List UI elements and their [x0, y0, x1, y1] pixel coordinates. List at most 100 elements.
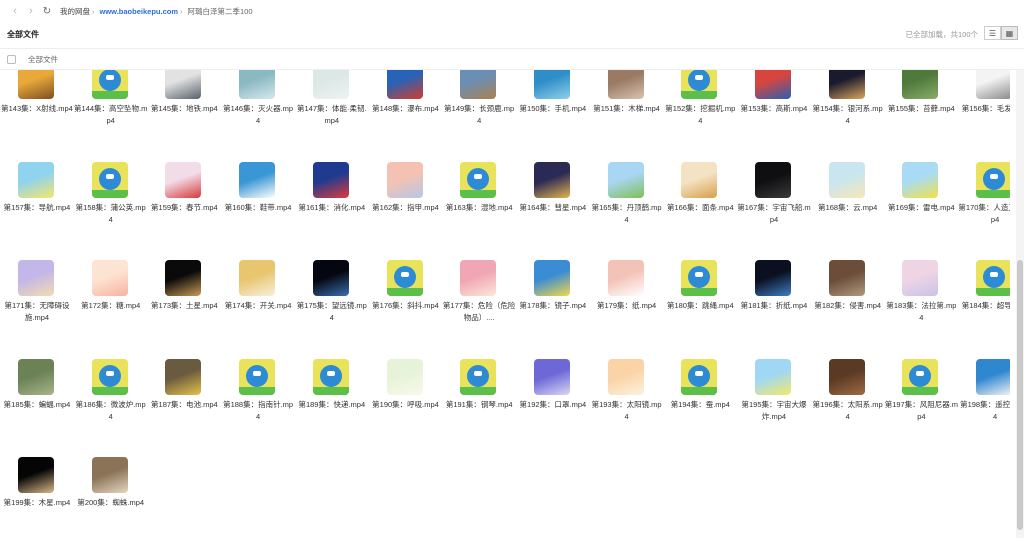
file-item[interactable]: 第159集：春节.mp4	[147, 161, 221, 252]
file-name: 第194集：蚕.mp4	[670, 399, 730, 409]
file-item[interactable]: 第145集：地铁.mp4	[147, 70, 221, 153]
scrollbar-thumb[interactable]	[1017, 260, 1023, 530]
file-thumbnail	[533, 358, 570, 395]
file-item[interactable]: 第170集：人造卫星.mp4	[958, 161, 1010, 252]
file-name: 第191集：钢琴.mp4	[445, 399, 513, 409]
file-thumbnail	[239, 70, 276, 99]
file-item[interactable]: 第143集：X射线.mp4	[0, 70, 74, 153]
file-thumbnail	[239, 260, 276, 296]
file-item[interactable]: 第165集：丹顶鹤.mp4	[590, 161, 664, 252]
file-item[interactable]: 第183集：法拉第.mp4	[884, 260, 958, 350]
file-item[interactable]: 第190集：呼吸.mp4	[369, 358, 443, 449]
file-thumbnail	[91, 358, 128, 395]
breadcrumb-separator: ›	[180, 6, 183, 16]
file-item[interactable]: 第156集：毛发.mp4	[958, 70, 1010, 153]
file-name: 第154集：银河系.mp4	[812, 104, 883, 125]
file-item[interactable]: 第147集：体能·柔韧.mp4	[295, 70, 369, 153]
header-bar: 全部文件 已全部加载，共100个 ☰ ▦	[0, 24, 1024, 44]
file-item[interactable]: 第169集：雷电.mp4	[884, 161, 958, 252]
file-item[interactable]: 第168集：云.mp4	[811, 161, 885, 252]
breadcrumb-site[interactable]: www.baobeikepu.com	[100, 7, 179, 16]
chevron-left-icon: ‹	[13, 5, 17, 17]
file-name: 第155集：苔藓.mp4	[888, 104, 955, 113]
file-item[interactable]: 第164集：彗星.mp4	[516, 161, 590, 252]
file-item[interactable]: 第167集：宇宙飞船.mp4	[737, 161, 811, 252]
file-item[interactable]: 第175集：望远镜.mp4	[295, 260, 369, 350]
file-item[interactable]: 第157集：导航.mp4	[0, 161, 74, 252]
file-thumbnail	[828, 70, 865, 99]
file-name: 第143集：X射线.mp4	[1, 104, 73, 113]
file-item[interactable]: 第199集：木星.mp4	[0, 457, 74, 538]
file-item[interactable]: 第171集：无障碍设施.mp4	[0, 260, 74, 350]
file-item[interactable]: 第186集：微波炉.mp4	[74, 358, 148, 449]
list-view-button[interactable]: ☰	[984, 26, 1001, 40]
file-item[interactable]: 第182集：侵害.mp4	[811, 260, 885, 350]
file-thumbnail	[828, 358, 865, 395]
file-item[interactable]: 第158集：蒲公英.mp4	[74, 161, 148, 252]
file-item[interactable]: 第150集：手机.mp4	[516, 70, 590, 153]
file-name: 第147集：体能·柔韧.mp4	[296, 104, 367, 125]
file-item[interactable]: 第148集：瀑布.mp4	[369, 70, 443, 153]
file-item[interactable]: 第144集：高空坠物.mp4	[74, 70, 148, 153]
file-item[interactable]: 第189集：快递.mp4	[295, 358, 369, 449]
file-name: 第145集：地铁.mp4	[151, 104, 218, 113]
file-item[interactable]: 第146集：灭火器.mp4	[221, 70, 295, 153]
file-item[interactable]: 第179集：纸.mp4	[590, 260, 664, 350]
file-item[interactable]: 第198集：遥控器.mp4	[958, 358, 1010, 449]
file-name: 第184集：超导.mp4	[961, 301, 1010, 310]
select-all-bar: 全部文件	[0, 48, 1024, 70]
file-item[interactable]: 第162集：指甲.mp4	[369, 161, 443, 252]
file-item[interactable]: 第176集：斜抖.mp4	[369, 260, 443, 350]
file-item[interactable]: 第180集：跳绳.mp4	[663, 260, 737, 350]
refresh-button[interactable]: ↻	[40, 4, 54, 18]
file-name: 第198集：遥控器.mp4	[960, 399, 1010, 421]
file-item[interactable]: 第154集：银河系.mp4	[811, 70, 885, 153]
file-item[interactable]: 第197集：风阻尼器.mp4	[884, 358, 958, 449]
file-item[interactable]: 第178集：镜子.mp4	[516, 260, 590, 350]
file-item[interactable]: 第188集：指南针.mp4	[221, 358, 295, 449]
file-item[interactable]: 第177集：危险（危险物品）....	[442, 260, 516, 350]
file-item[interactable]: 第161集：消化.mp4	[295, 161, 369, 252]
file-item[interactable]: 第191集：钢琴.mp4	[442, 358, 516, 449]
file-item[interactable]: 第195集：宇宙大爆炸.mp4	[737, 358, 811, 449]
file-item[interactable]: 第196集：太阳系.mp4	[811, 358, 885, 449]
file-item[interactable]: 第172集：糖.mp4	[74, 260, 148, 350]
file-name: 第163集：湿地.mp4	[445, 202, 513, 212]
file-item[interactable]: 第160集：鞋带.mp4	[221, 161, 295, 252]
file-item[interactable]: 第152集：挖掘机.mp4	[663, 70, 737, 153]
file-thumbnail	[18, 457, 54, 493]
breadcrumb-folder[interactable]: 阿璐白泽第二季100	[188, 6, 253, 17]
file-item[interactable]: 第192集：口罩.mp4	[516, 358, 590, 449]
file-thumbnail	[386, 70, 423, 99]
file-item[interactable]: 第187集：电池.mp4	[147, 358, 221, 449]
file-name: 第187集：电池.mp4	[151, 399, 218, 409]
file-thumbnail	[312, 260, 349, 296]
back-button[interactable]: ‹	[8, 4, 22, 18]
file-item[interactable]: 第181集：折纸.mp4	[737, 260, 811, 350]
grid-view-button[interactable]: ▦	[1001, 26, 1018, 40]
select-all-checkbox[interactable]	[7, 54, 16, 64]
breadcrumb-root[interactable]: 我的网盘	[60, 6, 90, 17]
file-name: 第164集：彗星.mp4	[519, 202, 587, 212]
file-item[interactable]: 第151集：木梯.mp4	[590, 70, 664, 153]
view-toggle: ☰ ▦	[984, 26, 1018, 40]
file-item[interactable]: 第153集：高斯.mp4	[737, 70, 811, 153]
forward-button[interactable]: ›	[24, 4, 38, 18]
file-item[interactable]: 第166集：面条.mp4	[663, 161, 737, 252]
file-item[interactable]: 第200集：蜘蛛.mp4	[74, 457, 148, 538]
chevron-right-icon: ›	[29, 5, 33, 17]
file-name: 第177集：危险（危险物品）....	[442, 301, 516, 322]
file-name: 第150集：手机.mp4	[519, 104, 587, 113]
file-item[interactable]: 第194集：蚕.mp4	[663, 358, 737, 449]
file-item[interactable]: 第163集：湿地.mp4	[442, 161, 516, 252]
file-item[interactable]: 第185集：蝙蝠.mp4	[0, 358, 74, 449]
file-item[interactable]: 第149集：长颈鹿.mp4	[442, 70, 516, 153]
file-item[interactable]: 第174集：开关.mp4	[221, 260, 295, 350]
file-item[interactable]: 第155集：苔藓.mp4	[884, 70, 958, 153]
file-item[interactable]: 第193集：太阳镜.mp4	[590, 358, 664, 449]
file-item[interactable]: 第173集：土星.mp4	[147, 260, 221, 350]
file-name: 第183集：法拉第.mp4	[886, 301, 957, 322]
file-item[interactable]: 第184集：超导.mp4	[958, 260, 1010, 350]
vertical-scrollbar[interactable]	[1016, 70, 1024, 538]
file-name: 第199集：木星.mp4	[3, 498, 71, 507]
